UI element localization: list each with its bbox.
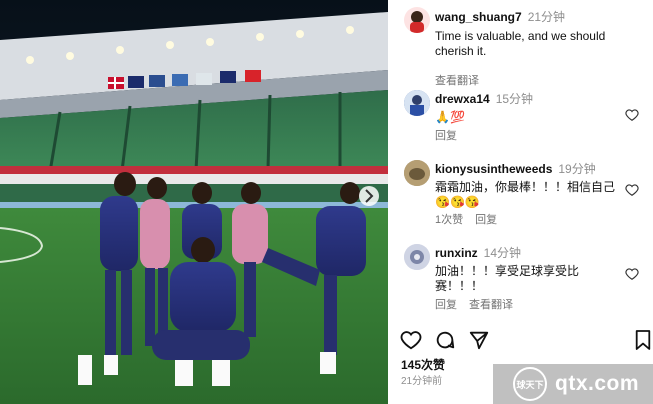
next-photo-icon bbox=[359, 186, 379, 206]
share-send-icon[interactable] bbox=[468, 329, 490, 351]
reply-button[interactable]: 回复 bbox=[475, 214, 497, 226]
reply-button[interactable]: 回复 bbox=[435, 299, 457, 311]
comment-translate-link[interactable]: 查看翻译 bbox=[469, 299, 513, 311]
author-username[interactable]: wang_shuang7 bbox=[435, 10, 522, 24]
bookmark-icon[interactable] bbox=[634, 329, 652, 351]
post-photo[interactable] bbox=[0, 0, 388, 404]
comment-item: runxinz 14分钟 加油！！！享受足球享受比赛！！！ 回复 查看翻译 bbox=[388, 242, 653, 312]
author-avatar[interactable] bbox=[404, 7, 430, 33]
heart-icon[interactable] bbox=[625, 267, 639, 281]
comment-time: 14分钟 bbox=[483, 246, 522, 260]
new-zealand-flag bbox=[220, 71, 236, 83]
comments-panel: wang_shuang7 21分钟 Time is valuable, and w… bbox=[388, 0, 653, 404]
comment-item: drewxa14 15分钟 🙏💯 回复 bbox=[388, 88, 653, 143]
like-heart-icon[interactable] bbox=[400, 329, 422, 351]
stadium-photo bbox=[0, 0, 388, 404]
fifa-flag bbox=[149, 75, 165, 87]
comment-text: 霜霜加油，你最棒！！！相信自己😘😘😘 bbox=[435, 180, 616, 209]
watermark-logo: 球天下 bbox=[513, 367, 547, 401]
commenter-username[interactable]: runxinz bbox=[435, 246, 478, 260]
comment-like-count[interactable]: 1次赞 bbox=[435, 214, 463, 226]
post-caption: Time is valuable, and we should cherish … bbox=[435, 29, 606, 58]
commenter-username[interactable]: drewxa14 bbox=[435, 92, 490, 106]
likes-count[interactable]: 145次赞 bbox=[401, 356, 445, 373]
commenter-avatar[interactable] bbox=[404, 244, 430, 270]
australia-flag bbox=[128, 76, 144, 88]
posted-time: 21分钟前 bbox=[401, 376, 443, 387]
comment-time: 19分钟 bbox=[558, 162, 596, 176]
caption-translate-link[interactable]: 查看翻译 bbox=[435, 72, 645, 88]
fifa-flag bbox=[172, 74, 188, 86]
site-watermark: 球天下 qtx.com bbox=[493, 364, 653, 404]
comment-text: 加油！！！享受足球享受比赛！！！ bbox=[435, 264, 580, 293]
post-time: 21分钟 bbox=[527, 10, 566, 24]
watermark-text: qtx.com bbox=[555, 372, 640, 395]
comment-item: kionysusintheweeds 19分钟 霜霜加油，你最棒！！！相信自己😘😘… bbox=[388, 158, 653, 228]
commenter-avatar[interactable] bbox=[404, 160, 430, 186]
heart-icon[interactable] bbox=[625, 183, 639, 197]
china-flag bbox=[245, 70, 261, 82]
commenter-avatar[interactable] bbox=[404, 90, 430, 116]
post-caption-block: wang_shuang7 21分钟 Time is valuable, and w… bbox=[388, 5, 653, 87]
reply-button[interactable]: 回复 bbox=[435, 130, 457, 142]
comment-icon[interactable] bbox=[434, 329, 456, 351]
heart-icon[interactable] bbox=[625, 108, 639, 122]
comment-text: 🙏💯 bbox=[435, 110, 465, 124]
commenter-username[interactable]: kionysusintheweeds bbox=[435, 162, 552, 176]
comment-time: 15分钟 bbox=[495, 92, 534, 106]
